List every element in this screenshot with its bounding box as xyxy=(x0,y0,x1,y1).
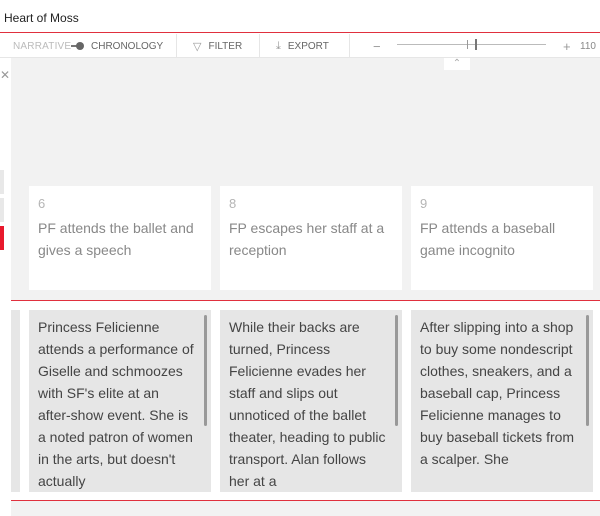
download-icon: ⤓ xyxy=(276,39,281,52)
description-card[interactable]: After slipping into a shop to buy some n… xyxy=(411,310,593,492)
zoom-slider[interactable] xyxy=(397,39,546,50)
toolbar-divider xyxy=(349,34,350,58)
export-button[interactable]: ⤓ EXPORT xyxy=(276,34,329,58)
zoom-out-button[interactable]: − xyxy=(373,34,381,58)
app-title: Heart of Moss xyxy=(4,11,79,25)
export-label: EXPORT xyxy=(287,40,329,52)
zoom-level: 110 xyxy=(580,40,596,52)
beat-number: 8 xyxy=(229,196,237,211)
beat-heading: FP escapes her staff at a reception xyxy=(229,220,385,258)
narrative-mode-label[interactable]: NARRATIVE xyxy=(13,34,71,58)
scrollbar[interactable] xyxy=(204,315,207,426)
beat-heading: PF attends the ballet and gives a speech xyxy=(38,220,194,258)
scrollbar[interactable] xyxy=(395,315,398,426)
zoom-in-button[interactable]: + xyxy=(563,34,571,58)
toolbar-divider xyxy=(259,34,260,58)
beat-card[interactable]: 8 FP escapes her staff at a reception xyxy=(220,186,402,290)
chronology-mode-label[interactable]: CHRONOLOGY xyxy=(91,34,163,58)
beat-number: 6 xyxy=(38,196,46,211)
zoom-default-tick xyxy=(467,40,468,49)
toggle-knob xyxy=(76,42,84,50)
description-card[interactable]: While their backs are turned, Princess F… xyxy=(220,310,402,492)
filter-label: FILTER xyxy=(208,40,243,52)
collapse-button[interactable]: ⌃ xyxy=(444,58,470,70)
chevron-up-icon: ⌃ xyxy=(452,58,462,69)
left-panel-tab-active[interactable] xyxy=(0,226,4,250)
beat-description[interactable]: Princess Felicienne attends a performanc… xyxy=(38,316,195,492)
mode-toggle[interactable] xyxy=(71,42,85,50)
description-card[interactable]: Princess Felicienne attends a performanc… xyxy=(29,310,211,492)
close-icon[interactable]: ✕ xyxy=(0,68,10,82)
lane-divider xyxy=(11,500,600,501)
toolbar-divider xyxy=(176,34,177,58)
left-panel-tab[interactable] xyxy=(0,170,4,194)
toolbar: NARRATIVE CHRONOLOGY ▽ FILTER ⤓ EXPORT −… xyxy=(0,34,600,58)
scrollbar[interactable] xyxy=(586,315,589,426)
title-bar: Heart of Moss xyxy=(0,0,600,33)
funnel-icon: ▽ xyxy=(193,40,202,53)
beat-number: 9 xyxy=(420,196,428,211)
left-panel: ✕ xyxy=(0,58,11,516)
beat-card[interactable]: 9 FP attends a baseball game incognito xyxy=(411,186,593,290)
left-panel-tab[interactable] xyxy=(0,198,4,222)
filter-button[interactable]: ▽ FILTER xyxy=(193,34,242,58)
beat-description[interactable]: While their backs are turned, Princess F… xyxy=(229,316,386,492)
description-card-partial xyxy=(11,310,20,492)
zoom-slider-thumb[interactable] xyxy=(475,39,477,50)
beat-card[interactable]: 6 PF attends the ballet and gives a spee… xyxy=(29,186,211,290)
beat-description[interactable]: After slipping into a shop to buy some n… xyxy=(420,316,577,470)
beat-heading: FP attends a baseball game incognito xyxy=(420,220,556,258)
